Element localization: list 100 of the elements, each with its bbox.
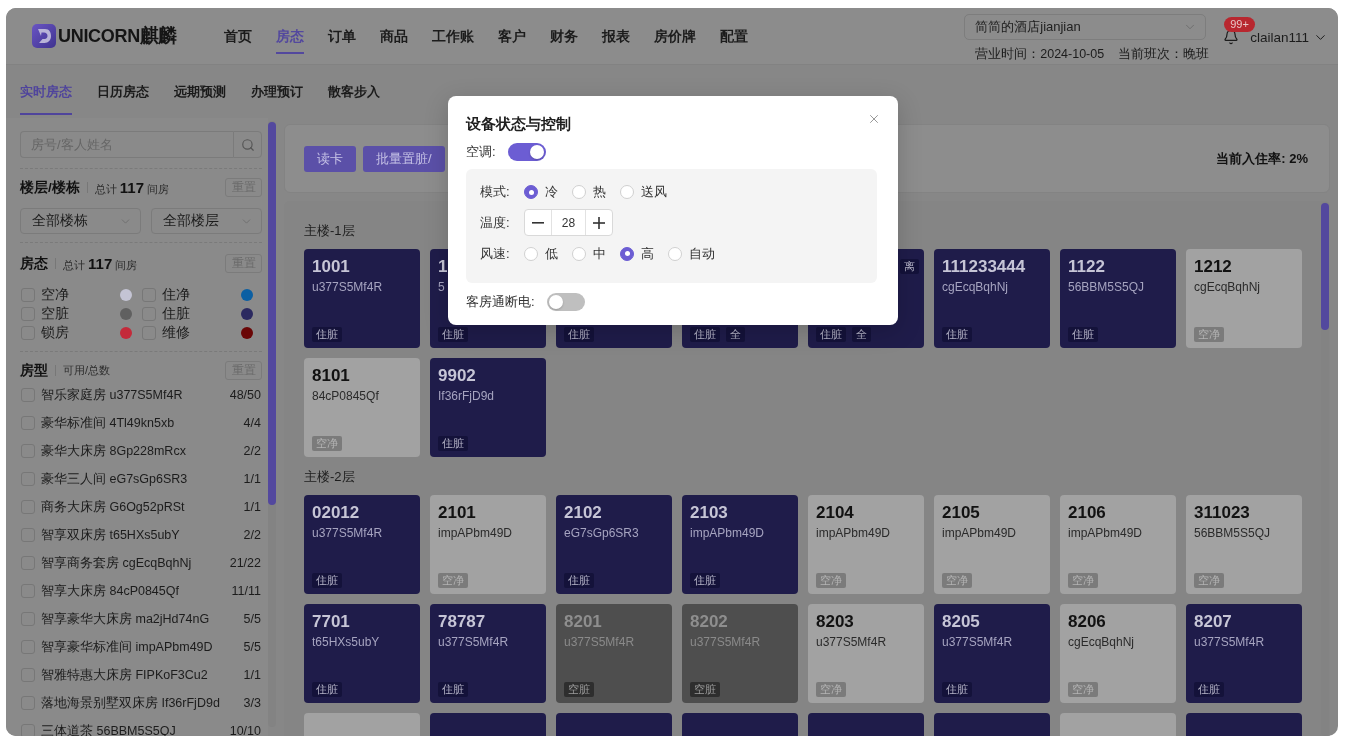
status-tag: 住脏: [1194, 682, 1224, 697]
radio-option[interactable]: 冷: [524, 183, 558, 201]
room-type-name: 商务大床房 G6Og52pRSt: [41, 498, 185, 516]
room-card[interactable]: 1001 u377S5Mf4R 住脏: [304, 249, 420, 348]
status-tag: 空脏: [690, 682, 720, 697]
toolbar-button[interactable]: 批量置脏/: [363, 145, 445, 172]
filter-select[interactable]: 全部楼栋: [20, 208, 141, 234]
room-card[interactable]: 78787 u377S5Mf4R 住脏: [430, 604, 546, 703]
nav-tab[interactable]: 商品: [380, 18, 408, 54]
room-card[interactable]: 8202 u377S5Mf4R 空脏: [682, 604, 798, 703]
room-type-count: 48/50: [229, 388, 261, 402]
room-total: 总计 117 间房: [94, 178, 170, 197]
form-label: 风速:: [480, 244, 511, 263]
search-icon: [240, 137, 255, 152]
room-number: 111233444: [942, 257, 1026, 277]
room-number: 2106: [1068, 503, 1106, 523]
room-code: impAPbm49D: [690, 525, 765, 541]
toggle-switch[interactable]: [507, 143, 546, 161]
toolbar-button[interactable]: 读卡: [304, 145, 356, 172]
form-label: 模式:: [480, 183, 511, 201]
room-type-count: 21/22: [229, 556, 261, 570]
room-type-name: 落地海景别墅双床房 If36rFjD9d: [41, 694, 220, 712]
floor-title: 主楼-2层: [304, 469, 355, 485]
nav-tab[interactable]: 配置: [720, 18, 748, 54]
room-type-name: 智享豪华大床房 ma2jHd74nG: [41, 610, 210, 628]
sub-tab[interactable]: 日历房态: [97, 65, 149, 115]
filter-select[interactable]: 全部楼层: [151, 208, 262, 234]
room-card[interactable]: 9902 If36rFjD9d 住脏: [430, 358, 546, 457]
room-number: 8203: [816, 612, 854, 632]
room-number: 2103: [690, 503, 728, 523]
room-code: impAPbm49D: [1068, 525, 1143, 541]
status-tag: 住脏: [690, 327, 720, 342]
business-date: 营业时间：2024-10-05: [975, 46, 1105, 63]
room-type-name: 豪华三人间 eG7sGp6SR3: [41, 470, 188, 488]
logo-icon: [32, 24, 56, 48]
section-subtitle: 可用/总数: [63, 363, 111, 378]
plus-icon: [593, 216, 605, 229]
scrollbar-thumb[interactable]: [268, 122, 276, 505]
room-card[interactable]: 7701 t65HXs5ubY 住脏: [304, 604, 420, 703]
sub-tab[interactable]: 办理预订: [251, 65, 303, 115]
hotel-select[interactable]: 简简的酒店jianjian: [964, 13, 1207, 40]
room-card[interactable]: 8201 u377S5Mf4R 空脏: [556, 604, 672, 703]
user-menu[interactable]: clailan111: [1250, 29, 1328, 45]
status-tag: 住脏: [312, 682, 342, 697]
sub-tab[interactable]: 远期预测: [174, 65, 226, 115]
radio-option[interactable]: 送风: [620, 183, 667, 201]
nav-tab[interactable]: 首页: [224, 18, 252, 54]
room-type-count: 3/3: [243, 696, 261, 710]
nav-tab[interactable]: 财务: [550, 18, 578, 54]
room-card[interactable]: 1122 56BBM5S5QJ 住脏: [1060, 249, 1176, 348]
room-number: 9902: [438, 366, 476, 386]
room-type-count: 2/2: [243, 528, 261, 542]
bell-icon[interactable]: [1223, 29, 1240, 45]
room-type-name: 智享双床房 t65HXs5ubY: [41, 526, 180, 544]
room-code: u377S5Mf4R: [438, 634, 509, 650]
radio-option[interactable]: 高: [620, 244, 654, 263]
radio-option[interactable]: 热: [572, 183, 606, 201]
radio-option[interactable]: 低: [524, 244, 558, 263]
room-number: 2101: [438, 503, 476, 523]
room-card[interactable]: 2103 impAPbm49D 住脏: [682, 495, 798, 594]
search-button[interactable]: [233, 131, 262, 158]
nav-tab[interactable]: 客户: [498, 18, 526, 54]
room-number: 2104: [816, 503, 854, 523]
checkbox[interactable]: [21, 724, 35, 736]
status-tag: 全: [726, 327, 745, 342]
temperature-value: 28: [551, 210, 586, 235]
logo-wordmark: UNICORN: [58, 25, 140, 47]
room-type-count: 10/10: [229, 724, 261, 736]
status-label: 住净: [162, 285, 190, 304]
room-card[interactable]: 2102 eG7sGp6SR3 住脏: [556, 495, 672, 594]
room-code: 56BBM5S5QJ: [1194, 525, 1271, 541]
room-code: u377S5Mf4R: [312, 279, 383, 295]
status-tag: 住脏: [564, 573, 594, 588]
nav-tab[interactable]: 房价牌: [654, 18, 696, 54]
room-type-count: 1/1: [243, 472, 261, 486]
room-number: 02012: [312, 503, 360, 523]
room-card[interactable]: 8207 u377S5Mf4R 住脏: [1186, 604, 1302, 703]
form-label: 温度:: [480, 213, 511, 232]
toggle-switch[interactable]: [546, 293, 585, 311]
room-type-name: 智乐家庭房 u377S5Mf4R: [41, 386, 183, 404]
room-card[interactable]: 02012 u377S5Mf4R 住脏: [304, 495, 420, 594]
nav-tab[interactable]: 工作账: [432, 18, 474, 54]
scrollbar-thumb[interactable]: [1321, 203, 1329, 330]
room-type-name: 三体道茶 56BBM5S5QJ: [41, 722, 176, 736]
radio-option[interactable]: 自动: [668, 244, 715, 263]
status-tag: 住脏: [312, 573, 342, 588]
room-card[interactable]: 8205 u377S5Mf4R 住脏: [934, 604, 1050, 703]
temperature-stepper[interactable]: 28: [524, 209, 613, 236]
room-code: t65HXs5ubY: [312, 634, 380, 650]
status-tag: 住脏: [438, 682, 468, 697]
room-number: 2105: [942, 503, 980, 523]
status-tag: 住脏: [942, 327, 972, 342]
nav-tab[interactable]: 报表: [602, 18, 630, 54]
form-label: 客房通断电:: [466, 293, 535, 311]
close-button[interactable]: [867, 112, 881, 126]
nav-tab[interactable]: 订单: [328, 18, 356, 54]
room-card[interactable]: 111233444 cgEcqBqhNj 住脏: [934, 249, 1050, 348]
form-label: 空调:: [466, 143, 496, 161]
sub-tab[interactable]: 散客步入: [328, 65, 380, 115]
radio-option[interactable]: 中: [572, 244, 606, 263]
